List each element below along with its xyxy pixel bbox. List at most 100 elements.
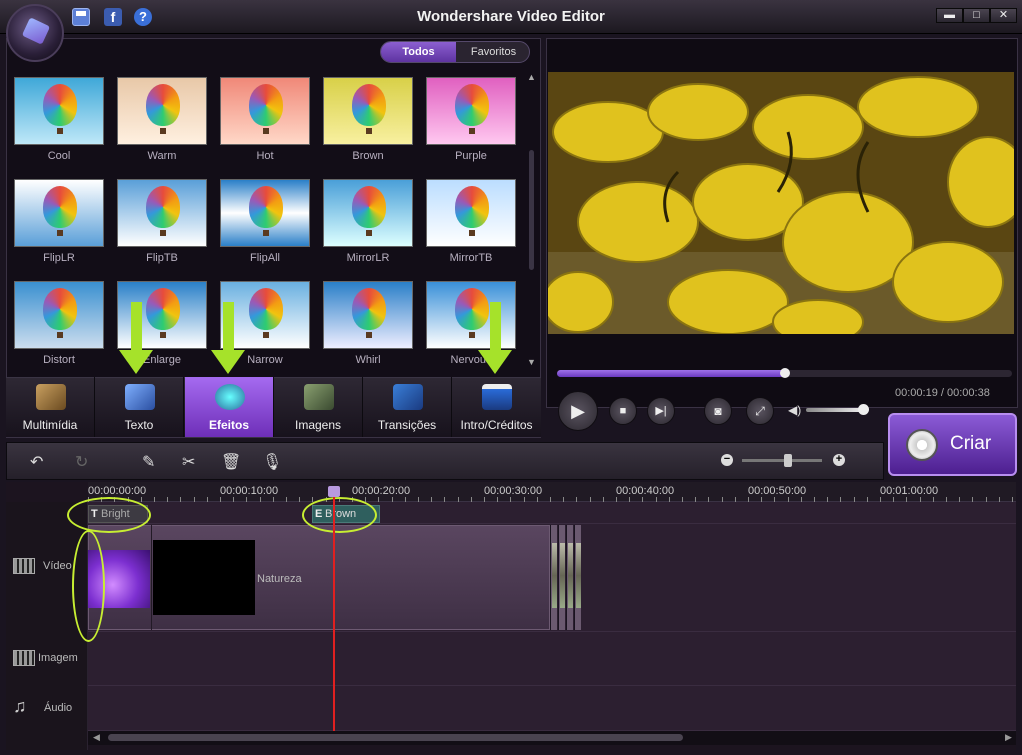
basket-image bbox=[366, 332, 372, 338]
effect-thumbnail[interactable] bbox=[14, 179, 104, 247]
preview-video[interactable] bbox=[548, 72, 1014, 334]
effect-thumbnail[interactable] bbox=[220, 77, 310, 145]
basket-image bbox=[57, 128, 63, 134]
zoom-out-icon[interactable]: − bbox=[721, 454, 733, 466]
balloon-image bbox=[43, 288, 77, 330]
effect-thumbnail[interactable] bbox=[117, 179, 207, 247]
small-clip[interactable] bbox=[558, 525, 565, 630]
ruler-label: 00:00:40:00 bbox=[616, 485, 675, 497]
balloon-image bbox=[455, 84, 489, 126]
effects-scrollbar[interactable] bbox=[529, 150, 534, 270]
effect-thumbnail[interactable] bbox=[323, 281, 413, 349]
undo-icon[interactable]: ↶ bbox=[30, 452, 43, 472]
progress-knob[interactable] bbox=[780, 368, 790, 378]
zoom-in-icon[interactable]: + bbox=[833, 454, 845, 466]
snapshot-button[interactable]: ◙ bbox=[704, 397, 732, 425]
tab-favoritos[interactable]: Favoritos bbox=[456, 42, 529, 62]
tab-label: Multimídia bbox=[22, 418, 78, 432]
ruler-label: 00:00:00:00 bbox=[88, 485, 147, 497]
basket-image bbox=[160, 128, 166, 134]
small-clip[interactable] bbox=[550, 525, 557, 630]
scroll-left-icon[interactable]: ◀ bbox=[93, 732, 100, 743]
track-label-audio: Áudio bbox=[44, 702, 73, 714]
ruler-label: 00:00:30:00 bbox=[484, 485, 543, 497]
ruler-label: 00:00:20:00 bbox=[352, 485, 411, 497]
app-window: Wondershare Video Editor f ? ▬ □ ✕ Todos… bbox=[0, 0, 1022, 755]
scroll-right-icon[interactable]: ▶ bbox=[1005, 732, 1012, 743]
effect-label: Purple bbox=[455, 150, 487, 162]
tab-intro-creditos[interactable]: Intro/Créditos bbox=[452, 377, 541, 437]
microphone-icon[interactable]: 🎙 bbox=[262, 452, 282, 472]
tab-transicoes[interactable]: Transições bbox=[363, 377, 452, 437]
balloon-image bbox=[146, 84, 180, 126]
playhead-handle[interactable] bbox=[328, 486, 340, 497]
effect-label: Whirl bbox=[355, 354, 381, 366]
help-icon[interactable]: ? bbox=[134, 8, 152, 26]
minimize-button[interactable]: ▬ bbox=[936, 8, 963, 23]
effect-thumbnail[interactable] bbox=[323, 179, 413, 247]
small-clip[interactable] bbox=[574, 525, 581, 630]
audio-track[interactable] bbox=[88, 686, 1016, 731]
volume-slider[interactable] bbox=[806, 408, 864, 412]
current-time: 00:00:19 bbox=[895, 387, 938, 399]
stop-button[interactable]: ■ bbox=[609, 397, 637, 425]
scroll-down-icon[interactable]: ▼ bbox=[527, 357, 536, 367]
facebook-icon[interactable]: f bbox=[104, 8, 122, 26]
playhead[interactable] bbox=[333, 495, 335, 731]
time-display: 00:00:19 / 00:00:38 bbox=[895, 387, 990, 399]
balloon-image bbox=[43, 84, 77, 126]
step-forward-button[interactable]: ▶| bbox=[647, 397, 675, 425]
effect-label: FlipLR bbox=[43, 252, 75, 264]
app-logo-icon[interactable] bbox=[6, 4, 64, 62]
balloon-image bbox=[352, 186, 386, 228]
basket-image bbox=[160, 230, 166, 236]
text-icon bbox=[125, 384, 155, 410]
video-clip-label: Natureza bbox=[257, 573, 302, 585]
close-button[interactable]: ✕ bbox=[990, 8, 1017, 23]
maximize-button[interactable]: □ bbox=[963, 8, 990, 23]
effect-thumbnail[interactable] bbox=[14, 77, 104, 145]
effect-thumbnail[interactable] bbox=[426, 179, 516, 247]
delete-icon[interactable]: 🗑 bbox=[221, 452, 241, 472]
text-track[interactable] bbox=[88, 502, 1016, 524]
create-button[interactable]: Criar bbox=[888, 413, 1017, 476]
effects-icon bbox=[215, 384, 245, 410]
balloon-image bbox=[352, 84, 386, 126]
effect-thumbnail[interactable] bbox=[426, 281, 516, 349]
play-button[interactable]: ▶ bbox=[558, 391, 598, 431]
effect-thumbnail[interactable] bbox=[323, 77, 413, 145]
scroll-up-icon[interactable]: ▲ bbox=[527, 72, 536, 82]
effect-thumbnail[interactable] bbox=[117, 77, 207, 145]
ruler-label: 00:00:10:00 bbox=[220, 485, 279, 497]
effect-thumbnail[interactable] bbox=[220, 179, 310, 247]
tab-todos[interactable]: Todos bbox=[381, 42, 456, 62]
volume-knob[interactable] bbox=[858, 404, 869, 415]
volume-icon[interactable]: ◀) bbox=[788, 403, 801, 417]
basket-image bbox=[469, 332, 475, 338]
fullscreen-button[interactable]: ⤢ bbox=[746, 397, 774, 425]
basket-image bbox=[263, 230, 269, 236]
effect-thumbnail[interactable] bbox=[14, 281, 104, 349]
zoom-slider[interactable] bbox=[742, 459, 822, 462]
small-clip[interactable] bbox=[566, 525, 573, 630]
zoom-knob[interactable] bbox=[784, 454, 792, 467]
film-reel-icon bbox=[906, 429, 938, 461]
clip-divider bbox=[151, 525, 152, 630]
basket-image bbox=[263, 332, 269, 338]
ruler-label: 00:01:00:00 bbox=[880, 485, 939, 497]
tab-texto[interactable]: Texto bbox=[95, 377, 184, 437]
effect-thumbnail[interactable] bbox=[426, 77, 516, 145]
save-icon[interactable] bbox=[72, 8, 90, 26]
image-track[interactable] bbox=[88, 632, 1016, 686]
tab-imagens[interactable]: Imagens bbox=[274, 377, 363, 437]
highlight-circle bbox=[72, 530, 105, 642]
tab-label: Efeitos bbox=[208, 418, 249, 432]
transitions-icon bbox=[393, 384, 423, 410]
redo-icon[interactable]: ↻ bbox=[75, 452, 88, 472]
cut-icon[interactable]: ✂ bbox=[182, 452, 195, 472]
edit-icon[interactable]: ✎ bbox=[142, 452, 155, 472]
scrollbar-thumb[interactable] bbox=[108, 734, 683, 741]
tab-efeitos[interactable]: Efeitos bbox=[185, 377, 274, 437]
tab-multimidia[interactable]: Multimídia bbox=[6, 377, 95, 437]
balloon-image bbox=[43, 186, 77, 228]
